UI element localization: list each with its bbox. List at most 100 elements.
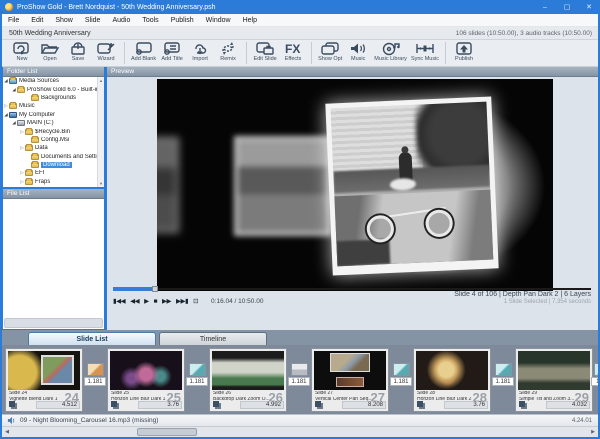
transition-duration[interactable]: 1.18 xyxy=(591,377,598,386)
rewind-button[interactable]: ◀◀ xyxy=(130,297,139,305)
slide-thumbnail xyxy=(314,351,386,390)
edit-slide-button[interactable]: Edit Slide xyxy=(251,41,279,62)
scrollbar-thumb[interactable] xyxy=(137,428,197,436)
sync-music-button[interactable]: Sync Music xyxy=(409,41,441,62)
maximize-button[interactable]: ▢ xyxy=(556,0,578,14)
transition-24-25[interactable]: 1.181 xyxy=(83,363,107,386)
menu-audio[interactable]: Audio xyxy=(106,14,136,26)
show-title-tab[interactable]: 50th Wedding Anniversary xyxy=(2,30,91,37)
folder-tree-scrollbar[interactable]: ▲ ▼ xyxy=(97,77,104,187)
transition-27-28[interactable]: 1.181 xyxy=(389,363,413,386)
menu-show[interactable]: Show xyxy=(49,14,79,26)
slide-duration[interactable]: 4.032 xyxy=(546,401,590,409)
menu-tools[interactable]: Tools xyxy=(136,14,164,26)
music-button[interactable]: Music xyxy=(344,41,372,62)
slide-card-28[interactable]: Slide 28Horizon Line Blur Dark 228 3.76 xyxy=(413,348,491,412)
scroll-down-icon[interactable]: ▼ xyxy=(99,180,103,187)
slide-list-scrollbar[interactable]: ◀ ▶ xyxy=(2,426,598,437)
slide-card-26[interactable]: Slide 26Backdrop Dark Zoom O...26 4.992 xyxy=(209,348,287,412)
transition-icon[interactable] xyxy=(189,363,206,376)
publish-button[interactable]: Publish xyxy=(450,41,478,62)
tree-item-media-sources[interactable]: ◢Media Sources xyxy=(3,77,104,85)
transition-28-29[interactable]: 1.181 xyxy=(491,363,515,386)
minimize-button[interactable]: – xyxy=(534,0,556,14)
menu-slide[interactable]: Slide xyxy=(79,14,107,26)
import-button[interactable]: Import xyxy=(186,41,214,62)
slide-card-27[interactable]: Slide 27Vertical Center Pan Seq...27 8.2… xyxy=(311,348,389,412)
transition-29-30[interactable]: 1.18 xyxy=(590,363,598,386)
tree-item-data[interactable]: ▷Data xyxy=(3,144,104,152)
audio-track-name[interactable]: 09 - Night Blooming_Carousel 16.mp3 (mis… xyxy=(20,417,158,424)
folder-icon xyxy=(31,154,39,160)
transition-duration[interactable]: 1.181 xyxy=(288,377,310,386)
tab-slide-list[interactable]: Slide List xyxy=(28,332,156,345)
tree-item-fraps[interactable]: ▷Fraps xyxy=(3,178,104,186)
transition-26-27[interactable]: 1.181 xyxy=(287,363,311,386)
tab-timeline[interactable]: Timeline xyxy=(159,332,267,345)
scroll-right-icon[interactable]: ▶ xyxy=(588,427,598,437)
transition-icon[interactable] xyxy=(291,363,308,376)
edit-slide-icon xyxy=(255,41,275,56)
slide-card-25[interactable]: Slide 25Horizon Line Blur Dark 125 3.76 xyxy=(107,348,185,412)
transition-duration[interactable]: 1.181 xyxy=(186,377,208,386)
layers-icon xyxy=(315,401,321,407)
toolbar-separator xyxy=(445,42,446,64)
effects-button[interactable]: FX Effects xyxy=(279,41,307,62)
tree-item-recycle-bin[interactable]: ▷$Recycle.Bin xyxy=(3,127,104,135)
remix-icon xyxy=(218,41,238,56)
tree-item-config-msi[interactable]: Config.Msi xyxy=(3,136,104,144)
slide-card-24[interactable]: Slide 24Vignette Blend Dark 124 4.512 xyxy=(5,348,83,412)
fullscreen-button[interactable]: ⊡ xyxy=(193,297,198,305)
close-button[interactable]: ✕ xyxy=(578,0,600,14)
menu-help[interactable]: Help xyxy=(237,14,263,26)
tree-item-documents-and-settings[interactable]: Documents and Settings xyxy=(3,153,104,161)
scroll-up-icon[interactable]: ▲ xyxy=(99,77,103,84)
fast-forward-button[interactable]: ▶▶ xyxy=(162,297,171,305)
transition-duration[interactable]: 1.181 xyxy=(492,377,514,386)
slide-duration[interactable]: 4.992 xyxy=(240,401,284,409)
play-button[interactable]: ▶ xyxy=(144,297,149,305)
menu-publish[interactable]: Publish xyxy=(165,14,200,26)
slide-card-29[interactable]: Slide 29Simple Tilt and Zoom 3...29 4.03… xyxy=(515,348,593,412)
folder-icon xyxy=(25,129,33,135)
seek-thumb[interactable] xyxy=(152,286,158,292)
tree-item-proshow-gold[interactable]: ◢ProShow Gold 6.0 - Built-in C xyxy=(3,85,104,93)
slide-duration[interactable]: 3.76 xyxy=(138,401,182,409)
show-options-button[interactable]: Show Opt xyxy=(316,41,344,62)
transition-icon[interactable] xyxy=(495,363,512,376)
folder-icon xyxy=(25,145,33,151)
tree-item-music[interactable]: ▷Music xyxy=(3,102,104,110)
transition-duration[interactable]: 1.181 xyxy=(390,377,412,386)
menu-file[interactable]: File xyxy=(2,14,25,26)
slide-duration[interactable]: 3.76 xyxy=(444,401,488,409)
transition-duration[interactable]: 1.181 xyxy=(84,377,106,386)
transition-icon[interactable] xyxy=(87,363,104,376)
add-title-button[interactable]: Add Title xyxy=(158,41,186,62)
add-blank-button[interactable]: Add Blank xyxy=(129,41,158,62)
skip-end-button[interactable]: ▶▶▮ xyxy=(176,297,188,305)
tree-item-my-computer[interactable]: ◢My Computer xyxy=(3,111,104,119)
transition-icon[interactable] xyxy=(393,363,410,376)
stop-button[interactable]: ■ xyxy=(154,298,157,305)
menu-window[interactable]: Window xyxy=(200,14,237,26)
open-button[interactable]: Open xyxy=(36,41,64,62)
seek-track[interactable] xyxy=(113,288,591,290)
tree-item-main-c[interactable]: ◢MAIN (C:) xyxy=(3,119,104,127)
transition-icon[interactable] xyxy=(594,363,599,376)
slide-duration[interactable]: 8.208 xyxy=(342,401,386,409)
scroll-left-icon[interactable]: ◀ xyxy=(2,427,12,437)
remix-button[interactable]: Remix xyxy=(214,41,242,62)
tree-item-download[interactable]: Download xyxy=(3,161,104,169)
transition-25-26[interactable]: 1.181 xyxy=(185,363,209,386)
tree-item-backgrounds[interactable]: Backgrounds xyxy=(3,94,104,102)
wizard-button[interactable]: Wizard xyxy=(92,41,120,62)
file-list-body[interactable] xyxy=(3,199,104,317)
slide-duration[interactable]: 4.512 xyxy=(36,401,80,409)
skip-start-button[interactable]: ▮◀◀ xyxy=(113,297,125,305)
tree-item-efi[interactable]: ▷EFI xyxy=(3,169,104,177)
menu-edit[interactable]: Edit xyxy=(25,14,49,26)
preview-stage[interactable] xyxy=(157,79,553,291)
new-button[interactable]: New xyxy=(8,41,36,62)
music-library-button[interactable]: Music Library xyxy=(372,41,409,62)
save-button[interactable]: Save xyxy=(64,41,92,62)
